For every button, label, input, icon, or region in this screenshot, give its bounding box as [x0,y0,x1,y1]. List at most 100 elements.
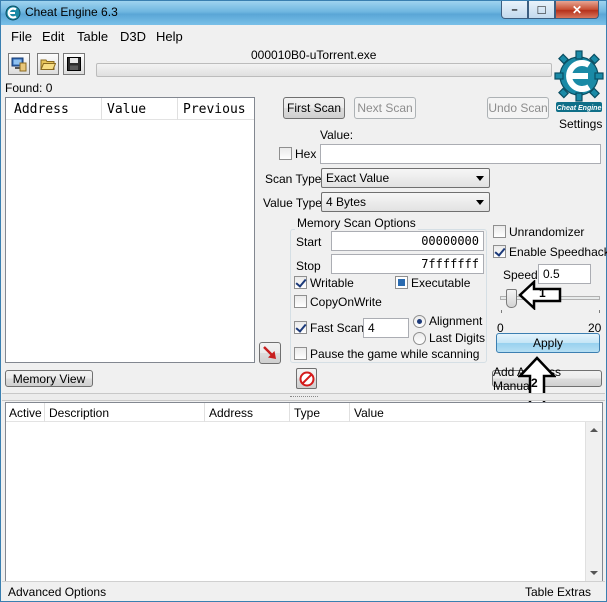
memory-scan-options-title: Memory Scan Options [295,216,418,230]
stop-address-input[interactable]: 7fffffff [331,254,484,274]
advanced-options-link[interactable]: Advanced Options [8,585,106,599]
title-bar[interactable]: Cheat Engine 6.3 – □ ✕ [1,1,606,25]
close-icon: ✕ [571,2,583,17]
column-address[interactable]: Address [209,406,253,420]
status-bar: Advanced Options Table Extras [2,581,605,601]
scan-progress-bar [96,63,552,77]
last-digits-label: Last Digits [429,331,486,345]
column-value[interactable]: Value [107,102,146,117]
save-table-button[interactable] [63,53,85,75]
scan-type-select[interactable]: Exact Value [321,168,490,188]
cheat-engine-app-icon[interactable] [5,5,21,21]
chevron-down-icon [476,176,484,181]
copyonwrite-checkbox[interactable] [294,295,307,308]
red-arrow-icon [263,346,276,359]
pause-game-checkbox[interactable] [294,347,307,360]
results-header: Address Value Previous [6,98,254,120]
column-divider[interactable] [204,403,205,422]
computer-process-icon [11,57,27,72]
value-type-label: Value Type [263,196,322,210]
menu-bar: File Edit Table D3D Help [2,26,605,46]
settings-link[interactable]: Settings [559,117,602,131]
writable-label: Writable [310,276,354,290]
unrandomizer-label: Unrandomizer [509,225,585,239]
stop-no-icon [299,371,314,386]
hex-checkbox[interactable] [279,147,292,160]
pointer-scan-arrow-button[interactable] [259,342,281,364]
enable-speedhack-label: Enable Speedhack [509,245,607,259]
address-table[interactable]: Active Description Address Type Value [5,402,603,582]
column-divider[interactable] [349,403,350,422]
start-address-input[interactable]: 00000000 [331,231,484,251]
column-divider[interactable] [289,403,290,422]
column-divider[interactable] [44,403,45,422]
last-digits-radio[interactable] [413,332,426,345]
column-active[interactable]: Active [9,406,42,420]
close-button[interactable]: ✕ [555,1,599,19]
fast-scan-checkbox[interactable] [294,321,307,334]
found-count: Found: 0 [5,81,53,95]
hex-label: Hex [295,147,317,161]
menu-d3d[interactable]: D3D [120,29,146,44]
slider-tick [599,310,600,313]
annotation-number-2: 2 [531,376,538,390]
column-address[interactable]: Address [14,102,69,117]
value-type-value: 4 Bytes [326,195,367,209]
cheat-engine-logo[interactable]: Cheat Engine [554,48,604,114]
menu-help[interactable]: Help [156,29,183,44]
menu-table[interactable]: Table [77,29,108,44]
menu-edit[interactable]: Edit [42,29,64,44]
table-extras-link[interactable]: Table Extras [525,585,591,599]
enable-speedhack-checkbox[interactable] [493,245,506,258]
chevron-down-icon [476,200,484,205]
scroll-up-icon[interactable] [590,428,598,432]
annotation-number-1: 1 [539,286,546,300]
scroll-down-icon[interactable] [590,571,598,575]
unrandomizer-checkbox[interactable] [493,225,506,238]
process-name: 000010B0-uTorrent.exe [251,48,377,62]
value-type-select[interactable]: 4 Bytes [321,192,490,212]
stop-label: Stop [296,259,321,273]
writable-checkbox[interactable] [294,276,307,289]
column-previous[interactable]: Previous [183,102,246,117]
memory-view-button[interactable]: Memory View [5,370,93,387]
column-divider[interactable] [177,98,178,120]
column-type[interactable]: Type [294,406,320,420]
undo-scan-button[interactable]: Undo Scan [487,97,549,119]
speed-slider-thumb[interactable] [506,289,517,308]
splitter-grip [290,396,318,398]
svg-text:Cheat Engine: Cheat Engine [557,105,602,112]
maximize-icon: □ [537,2,546,17]
window-title: Cheat Engine 6.3 [25,5,118,19]
value-input[interactable] [320,144,601,164]
clear-results-button[interactable] [296,368,317,389]
first-scan-button[interactable]: First Scan [283,97,345,119]
open-folder-icon [40,59,56,70]
next-scan-button[interactable]: Next Scan [354,97,416,119]
menu-file[interactable]: File [11,29,32,44]
column-value[interactable]: Value [354,406,384,420]
start-label: Start [296,235,322,249]
scan-type-label: Scan Type [265,172,322,186]
scan-results-list[interactable]: Address Value Previous [5,97,255,363]
apply-speedhack-button[interactable]: Apply [496,333,600,353]
minimize-button[interactable]: – [501,1,528,19]
column-divider[interactable] [101,98,102,120]
executable-checkbox[interactable] [395,276,408,289]
alignment-radio[interactable] [413,315,426,328]
minimize-icon: – [511,3,518,16]
panel-splitter[interactable] [2,393,605,401]
address-table-scrollbar[interactable] [585,422,602,581]
open-process-button[interactable] [8,53,30,75]
copyonwrite-label: CopyOnWrite [310,295,382,309]
slider-tick [501,310,502,313]
column-description[interactable]: Description [49,406,109,420]
fast-scan-input[interactable]: 4 [363,318,409,338]
pause-game-label: Pause the game while scanning [310,347,480,361]
value-label: Value: [320,128,354,142]
maximize-button[interactable]: □ [528,1,555,19]
executable-label: Executable [411,276,471,290]
floppy-disk-icon [67,57,81,71]
main-window: Cheat Engine 6.3 – □ ✕ File Edit Table D… [0,0,607,602]
open-table-button[interactable] [37,53,59,75]
